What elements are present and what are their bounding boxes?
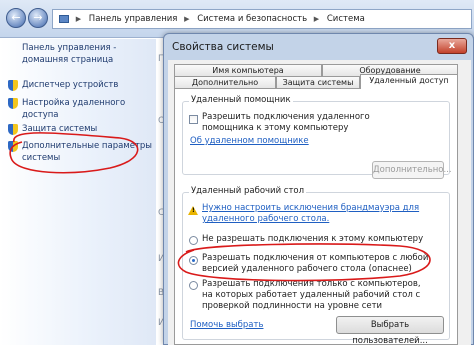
task-device-manager[interactable]: Диспетчер устройств: [8, 79, 158, 91]
allow-remote-assistance-label: Разрешить подключения удаленного помощни…: [202, 112, 370, 133]
breadcrumb-item[interactable]: Панель управления: [89, 14, 178, 24]
group-title: Удаленный помощник: [189, 95, 293, 105]
control-panel-home-link[interactable]: Панель управления - домашняя страница: [22, 42, 152, 66]
forward-arrow-icon[interactable]: →: [28, 8, 48, 28]
breadcrumb-item[interactable]: Система: [327, 14, 365, 24]
uac-shield-icon: [8, 80, 18, 91]
remote-assistance-advanced-button[interactable]: Дополнительно...: [372, 161, 452, 179]
task-remote-settings[interactable]: Настройка удаленного доступа: [8, 97, 158, 121]
task-label: Дополнительные параметры системы: [22, 141, 153, 163]
task-pane: Панель управления - домашняя страница Ди…: [0, 39, 156, 345]
group-title: Удаленный рабочий стол: [189, 186, 307, 196]
uac-shield-icon: [8, 141, 18, 152]
close-button[interactable]: x: [437, 38, 467, 54]
uac-shield-icon: [8, 98, 18, 109]
dialog-title: Свойства системы: [172, 41, 274, 53]
firewall-exceptions-link[interactable]: Нужно настроить исключения брандмауэра д…: [202, 203, 442, 225]
tab-remote[interactable]: Удаленный доступ: [360, 74, 458, 89]
task-label: Диспетчер устройств: [22, 80, 119, 90]
back-arrow-icon[interactable]: ←: [6, 8, 26, 28]
radio-deny-connections[interactable]: [189, 236, 198, 245]
about-remote-assistance-link[interactable]: Об удаленном помощнике: [190, 136, 360, 147]
task-advanced-system-settings[interactable]: Дополнительные параметры системы: [8, 140, 158, 164]
breadcrumb-item[interactable]: Система и безопасность: [197, 14, 307, 24]
control-panel-icon: [59, 14, 69, 23]
radio-deny-label: Не разрешать подключения к этому компьют…: [202, 234, 424, 244]
uac-shield-icon: [8, 124, 18, 135]
radio-allow-any-label: Разрешать подключения от компьютеров с л…: [202, 253, 429, 274]
task-system-protection[interactable]: Защита системы: [8, 123, 158, 135]
radio-allow-nla-label: Разрешать подключения только с компьютер…: [202, 279, 421, 311]
chevron-right-icon: ▶: [184, 15, 190, 23]
chevron-right-icon: ▶: [75, 15, 82, 23]
task-label: Настройка удаленного доступа: [22, 98, 126, 120]
help-me-choose-link[interactable]: Помочь выбрать: [190, 320, 270, 331]
breadcrumb[interactable]: ▶ Панель управления ▶ Система и безопасн…: [52, 9, 472, 29]
select-users-button[interactable]: Выбрать пользователей...: [336, 316, 444, 345]
task-label: Защита системы: [22, 124, 98, 134]
radio-allow-any-version[interactable]: [189, 256, 198, 265]
warning-icon: [188, 206, 198, 215]
radio-allow-nla-only[interactable]: [189, 281, 198, 290]
allow-remote-assistance-checkbox[interactable]: [189, 115, 198, 124]
chevron-right-icon: ▶: [313, 15, 320, 23]
